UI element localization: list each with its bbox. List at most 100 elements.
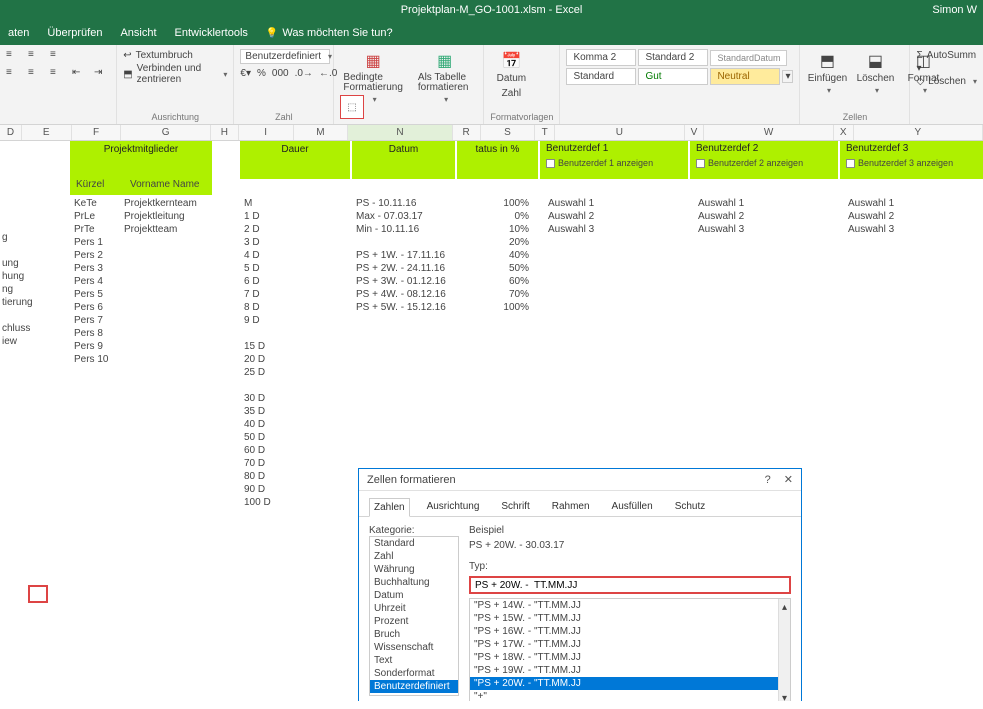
category-list[interactable]: Standard Zahl Währung Buchhaltung Datum …: [369, 536, 459, 696]
fill-icon: ▾: [916, 63, 921, 74]
tab-schutz[interactable]: Schutz: [670, 497, 711, 516]
scroll-down-icon[interactable]: ▾: [782, 692, 787, 701]
increase-decimal-icon[interactable]: .0→: [295, 68, 313, 79]
scroll-up-icon[interactable]: ▴: [782, 601, 787, 614]
calendar-icon: 📅: [501, 51, 521, 71]
fill-button[interactable]: ▾: [916, 62, 977, 75]
col-W[interactable]: W: [704, 125, 833, 140]
style-standard2[interactable]: Standard 2: [638, 49, 708, 66]
tab-rahmen[interactable]: Rahmen: [547, 497, 595, 516]
checkbox-bd3[interactable]: [846, 159, 855, 168]
col-D[interactable]: D: [0, 125, 22, 140]
tab-ansicht[interactable]: Ansicht: [120, 27, 156, 39]
number-format-dropdown[interactable]: Benutzerdefiniert: [240, 49, 330, 64]
col-H[interactable]: H: [211, 125, 239, 140]
checkbox-bd1[interactable]: [546, 159, 555, 168]
tab-uberprufen[interactable]: Überprüfen: [47, 27, 102, 39]
dialog-tabs: Zahlen Ausrichtung Schrift Rahmen Ausfül…: [359, 491, 801, 517]
delete-cells-button[interactable]: ⬓Löschen: [854, 49, 896, 97]
vorname-cells: ProjektkernteamProjektleitungProjektteam: [124, 197, 197, 236]
column-headers[interactable]: D E F G H I M N R S T U V W X Y: [0, 125, 983, 141]
insert-icon: ⬒: [820, 51, 835, 71]
title-bar: Projektplan-M_GO-1001.xlsm - Excel Simon…: [0, 0, 983, 20]
col-N[interactable]: N: [348, 125, 452, 140]
typ-input[interactable]: [469, 576, 791, 594]
align-right-icon[interactable]: ≡: [50, 67, 66, 83]
checkbox-bd2[interactable]: [696, 159, 705, 168]
col-I[interactable]: I: [239, 125, 294, 140]
close-icon[interactable]: ✕: [784, 474, 793, 486]
selected-cell-marker: [28, 585, 48, 603]
percent-icon[interactable]: %: [257, 68, 266, 79]
format-as-table-button[interactable]: ▦ Als Tabelle formatieren: [412, 49, 478, 106]
currency-icon[interactable]: €▾: [240, 68, 251, 79]
dialog-titlebar[interactable]: Zellen formatieren ? ✕: [359, 469, 801, 491]
header-status: tatus in %: [457, 141, 538, 155]
col-V[interactable]: V: [685, 125, 705, 140]
header-bd3: Benutzerdef 3: [840, 141, 983, 156]
col-G[interactable]: G: [121, 125, 211, 140]
insert-cells-button[interactable]: ⬒Einfügen: [806, 49, 848, 97]
align-middle-icon[interactable]: ≡: [28, 49, 44, 65]
worksheet-grid[interactable]: Projektmitglieder Dauer Datum tatus in %…: [0, 141, 983, 701]
clear-button[interactable]: ◇Löschen: [916, 75, 977, 88]
header-dauer: Dauer: [240, 141, 350, 155]
kurzel-cells: KeTePrLePrTePers 1Pers 2Pers 3Pers 4Pers…: [74, 197, 108, 366]
align-top-icon[interactable]: ≡: [6, 49, 22, 65]
autosum-button[interactable]: ΣAutoSumm: [916, 49, 977, 62]
conditional-formatting-icon: ▦: [366, 51, 381, 71]
ribbon: ≡ ≡ ≡ ≡ ≡ ≡ ⇤ ⇥ ↩Textumbruch ⬒Verbinden …: [0, 45, 983, 125]
comma-style-icon[interactable]: 000: [272, 68, 289, 79]
datum-cells: PS - 10.11.16Max - 07.03.17Min - 10.11.1…: [356, 197, 446, 314]
group-label-alignment: Ausrichtung: [123, 110, 227, 122]
cursor-highlight: [340, 95, 364, 119]
col-U[interactable]: U: [555, 125, 684, 140]
col-S[interactable]: S: [481, 125, 536, 140]
bd1-cells: Auswahl 1Auswahl 2Auswahl 3: [548, 197, 594, 236]
style-komma2[interactable]: Komma 2: [566, 49, 636, 66]
col-M[interactable]: M: [294, 125, 349, 140]
bd2-cells: Auswahl 1Auswahl 2Auswahl 3: [698, 197, 744, 236]
col-T[interactable]: T: [535, 125, 555, 140]
col-F[interactable]: F: [72, 125, 122, 140]
beispiel-value: PS + 20W. - 30.03.17: [469, 540, 791, 551]
header-datum: Datum: [352, 141, 455, 155]
indent-decrease-icon[interactable]: ⇤: [72, 67, 88, 83]
zahl-style-button[interactable]: Zahl: [490, 86, 532, 101]
style-gut[interactable]: Gut: [638, 68, 708, 85]
help-icon[interactable]: ?: [765, 474, 771, 486]
tab-daten[interactable]: aten: [8, 27, 29, 39]
style-neutral[interactable]: Neutral: [710, 68, 780, 85]
style-gallery-more-icon[interactable]: ▾: [782, 70, 793, 83]
subheader-kurzel: Kürzel: [70, 179, 104, 190]
tab-zahlen[interactable]: Zahlen: [369, 498, 410, 517]
merge-icon: ⬒: [123, 69, 132, 80]
col-E[interactable]: E: [22, 125, 72, 140]
merge-center-button[interactable]: ⬒Verbinden und zentrieren: [123, 62, 227, 86]
table-icon: ▦: [437, 51, 452, 71]
type-list[interactable]: "PS + 14W. - "TT.MM.JJ "PS + 15W. - "TT.…: [469, 598, 791, 701]
col-Y[interactable]: Y: [854, 125, 983, 140]
status-cells: 100%0%10%20%40%50%60%70%100%: [457, 197, 529, 314]
tab-ausrichtung[interactable]: Ausrichtung: [422, 497, 485, 516]
align-center-icon[interactable]: ≡: [28, 67, 44, 83]
tab-entwicklertools[interactable]: Entwicklertools: [175, 27, 248, 39]
bd3-cells: Auswahl 1Auswahl 2Auswahl 3: [848, 197, 894, 236]
wrap-text-button[interactable]: ↩Textumbruch: [123, 49, 227, 62]
tab-schrift[interactable]: Schrift: [496, 497, 534, 516]
style-standarddatum[interactable]: StandardDatum: [710, 50, 787, 66]
datum-style-button[interactable]: 📅 Datum: [490, 49, 532, 86]
type-list-scrollbar[interactable]: ▴▾: [778, 599, 790, 701]
align-left-icon[interactable]: ≡: [6, 67, 22, 83]
beispiel-label: Beispiel: [469, 525, 791, 536]
leftcol-cells: gunghungngtierungchlussiew: [2, 231, 33, 348]
delete-icon: ⬓: [868, 51, 883, 71]
tab-ausfullen[interactable]: Ausfüllen: [607, 497, 658, 516]
col-X[interactable]: X: [834, 125, 854, 140]
indent-increase-icon[interactable]: ⇥: [94, 67, 110, 83]
align-bottom-icon[interactable]: ≡: [50, 49, 66, 65]
style-standard[interactable]: Standard: [566, 68, 636, 85]
tell-me-input[interactable]: Was möchten Sie tun?: [266, 27, 393, 39]
filename: Projektplan-M_GO-1001.xlsm - Excel: [401, 4, 583, 16]
col-R[interactable]: R: [453, 125, 481, 140]
